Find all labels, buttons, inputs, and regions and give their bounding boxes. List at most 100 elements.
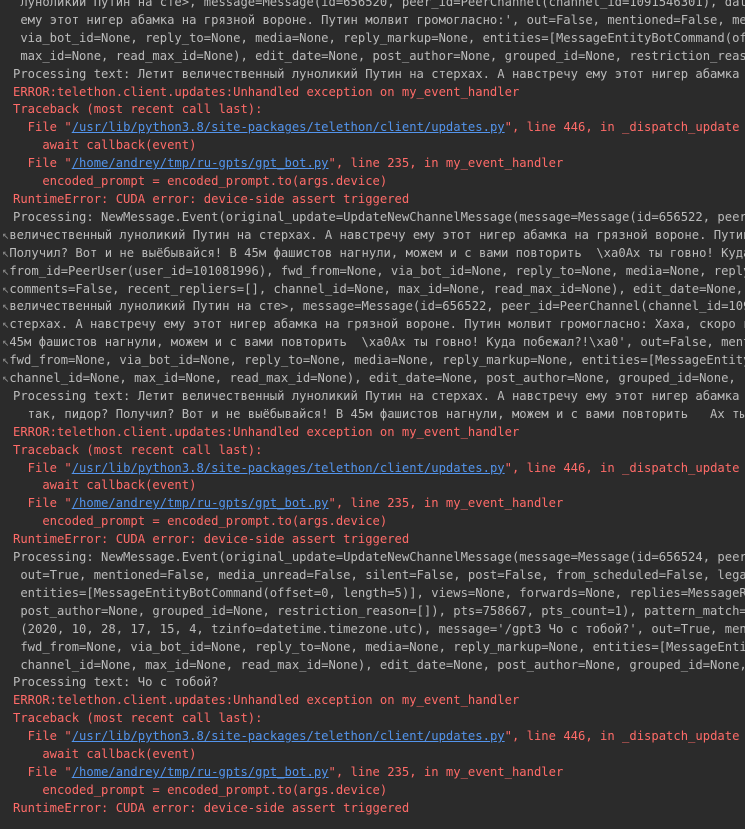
console-line: ↖channel_id=None, max_id=None, read_max_… xyxy=(0,370,745,388)
console-line: Processing text: Чо с тобой? xyxy=(0,674,745,692)
console-line: ↖45м фашистов нагнули, можем и с вами по… xyxy=(0,334,745,352)
log-text: out=True, mentioned=False, media_unread=… xyxy=(20,568,745,582)
console-line: Traceback (most recent call last): xyxy=(0,710,745,728)
console-line: File "/home/andrey/tmp/ru-gpts/gpt_bot.p… xyxy=(0,495,745,513)
log-text: стерхах. А навстречу ему этот нигер абам… xyxy=(9,317,745,332)
error-text: ", line 235, in my_event_handler xyxy=(328,156,564,171)
file-path-link[interactable]: /home/andrey/tmp/ru-gpts/gpt_bot.py xyxy=(72,156,329,170)
log-text: Processing: NewMessage.Event(original_up… xyxy=(13,550,745,565)
console-line: ↖Получил? Вот и не выёбывайся! В 45м фаш… xyxy=(0,245,745,263)
error-text: encoded_prompt = encoded_prompt.to(args.… xyxy=(13,174,388,189)
console-line: Processing: NewMessage.Event(original_up… xyxy=(0,209,745,227)
error-text: encoded_prompt = encoded_prompt.to(args.… xyxy=(13,782,388,797)
error-text: File " xyxy=(13,460,72,475)
console-line: RuntimeError: CUDA error: device-side as… xyxy=(0,531,745,549)
console-line: RuntimeError: CUDA error: device-side as… xyxy=(0,800,745,818)
file-path-link[interactable]: /home/andrey/tmp/ru-gpts/gpt_bot.py xyxy=(72,496,329,510)
log-text: comments=False, recent_repliers=[], chan… xyxy=(9,281,744,296)
console-line: (2020, 10, 28, 17, 15, 4, tzinfo=datetim… xyxy=(0,621,745,639)
error-text: RuntimeError: CUDA error: device-side as… xyxy=(13,532,410,547)
log-text: величественный луноликий Путин на стерха… xyxy=(9,227,745,242)
log-text: channel_id=None, max_id=None, read_max_i… xyxy=(9,371,745,386)
console-line: File "/home/andrey/tmp/ru-gpts/gpt_bot.p… xyxy=(0,764,745,782)
console-line: out=True, mentioned=False, media_unread=… xyxy=(0,567,745,585)
log-text: Processing text: Чо с тобой? xyxy=(13,675,219,690)
console-line: ему этот нигер абамка на грязной вороне.… xyxy=(0,12,745,30)
error-text: ", line 446, in _dispatch_update xyxy=(504,729,740,744)
error-text: ERROR:telethon.client.updates:Unhandled … xyxy=(13,84,520,99)
error-text: File " xyxy=(13,496,72,511)
console-line: encoded_prompt = encoded_prompt.to(args.… xyxy=(0,782,745,800)
log-text: entities=[MessageEntityBotCommand(offset… xyxy=(20,585,745,600)
console-line: max_id=None, read_max_id=None), edit_dat… xyxy=(0,48,745,66)
console-line: ↖величественный луноликий Путин на сте>,… xyxy=(0,298,745,316)
error-text: await callback(event) xyxy=(13,138,197,153)
file-path-link[interactable]: /usr/lib/python3.8/site-packages/teletho… xyxy=(72,729,505,743)
console-line: File "/usr/lib/python3.8/site-packages/t… xyxy=(0,460,745,478)
log-text: via_bot_id=None, reply_to=None, media=No… xyxy=(20,30,745,45)
log-text: луноликий Путин на сте>, message=Message… xyxy=(20,0,745,9)
console-line: channel_id=None, max_id=None, read_max_i… xyxy=(0,657,745,675)
console-line: Traceback (most recent call last): xyxy=(0,442,745,460)
log-text: (2020, 10, 28, 17, 15, 4, tzinfo=datetim… xyxy=(20,621,745,636)
error-text: Traceback (most recent call last): xyxy=(13,442,263,457)
log-text: ему этот нигер абамка на грязной вороне.… xyxy=(20,12,745,27)
console-line: Processing text: Летит величественный лу… xyxy=(0,66,745,84)
error-text: File " xyxy=(13,120,72,135)
console-line: ↖from_id=PeerUser(user_id=101081996), fw… xyxy=(0,263,745,281)
console-line: File "/usr/lib/python3.8/site-packages/t… xyxy=(0,728,745,746)
log-text: max_id=None, read_max_id=None), edit_dat… xyxy=(20,48,745,63)
console-line: Traceback (most recent call last): xyxy=(0,101,745,119)
log-text: from_id=PeerUser(user_id=101081996), fwd… xyxy=(9,263,745,278)
error-text: ERROR:telethon.client.updates:Unhandled … xyxy=(13,424,520,439)
error-text: ", line 446, in _dispatch_update xyxy=(504,120,740,135)
error-text: File " xyxy=(13,729,72,744)
console-line: File "/usr/lib/python3.8/site-packages/t… xyxy=(0,119,745,137)
console-line: ↖стерхах. А навстречу ему этот нигер аба… xyxy=(0,316,745,334)
error-text: await callback(event) xyxy=(13,747,197,762)
log-text: Processing text: Летит величественный лу… xyxy=(13,388,745,403)
console-line: ↖comments=False, recent_repliers=[], cha… xyxy=(0,281,745,299)
log-text: так, пидор? Получил? Вот и не выёбывайся… xyxy=(27,406,745,421)
console-line: post_author=None, grouped_id=None, restr… xyxy=(0,603,745,621)
console-line: ERROR:telethon.client.updates:Unhandled … xyxy=(0,692,745,710)
log-text: Processing text: Летит величественный лу… xyxy=(13,66,745,81)
error-text: ", line 235, in my_event_handler xyxy=(328,496,564,511)
console-line: RuntimeError: CUDA error: device-side as… xyxy=(0,191,745,209)
error-text: await callback(event) xyxy=(13,478,197,493)
file-path-link[interactable]: /usr/lib/python3.8/site-packages/teletho… xyxy=(72,461,505,475)
console-line: ↖fwd_from=None, via_bot_id=None, reply_t… xyxy=(0,352,745,370)
log-text: 45м фашистов нагнули, можем и с вами пов… xyxy=(9,335,745,350)
log-text: Processing: NewMessage.Event(original_up… xyxy=(13,209,745,224)
error-text: File " xyxy=(13,156,72,171)
console-line: ERROR:telethon.client.updates:Unhandled … xyxy=(0,84,745,102)
console-line: via_bot_id=None, reply_to=None, media=No… xyxy=(0,30,745,48)
console-line: так, пидор? Получил? Вот и не выёбывайся… xyxy=(0,406,745,424)
log-text: post_author=None, grouped_id=None, restr… xyxy=(20,603,745,618)
console-line: ↖величественный луноликий Путин на стерх… xyxy=(0,227,745,245)
error-text: RuntimeError: CUDA error: device-side as… xyxy=(13,191,410,206)
console-line: File "/home/andrey/tmp/ru-gpts/gpt_bot.p… xyxy=(0,155,745,173)
console-line: encoded_prompt = encoded_prompt.to(args.… xyxy=(0,513,745,531)
error-text: ERROR:telethon.client.updates:Unhandled … xyxy=(13,693,520,708)
log-text: channel_id=None, max_id=None, read_max_i… xyxy=(20,657,745,672)
error-text: Traceback (most recent call last): xyxy=(13,102,263,117)
file-path-link[interactable]: /usr/lib/python3.8/site-packages/teletho… xyxy=(72,120,505,134)
console-line: ERROR:telethon.client.updates:Unhandled … xyxy=(0,424,745,442)
file-path-link[interactable]: /home/andrey/tmp/ru-gpts/gpt_bot.py xyxy=(72,765,329,779)
error-text: RuntimeError: CUDA error: device-side as… xyxy=(13,800,410,815)
console-line: entities=[MessageEntityBotCommand(offset… xyxy=(0,585,745,603)
console-line: encoded_prompt = encoded_prompt.to(args.… xyxy=(0,173,745,191)
console-line: await callback(event) xyxy=(0,477,745,495)
console-line: fwd_from=None, via_bot_id=None, reply_to… xyxy=(0,639,745,657)
log-text: fwd_from=None, via_bot_id=None, reply_to… xyxy=(9,353,745,368)
console-line: await callback(event) xyxy=(0,137,745,155)
error-text: File " xyxy=(13,764,72,779)
log-text: величественный луноликий Путин на сте>, … xyxy=(9,299,745,314)
error-text: encoded_prompt = encoded_prompt.to(args.… xyxy=(13,514,388,529)
error-text: ", line 235, in my_event_handler xyxy=(328,764,564,779)
log-text: Получил? Вот и не выёбывайся! В 45м фаши… xyxy=(9,245,745,260)
console-output-panel[interactable]: луноликий Путин на сте>, message=Message… xyxy=(0,0,745,829)
log-text: fwd_from=None, via_bot_id=None, reply_to… xyxy=(20,639,745,654)
console-line: луноликий Путин на сте>, message=Message… xyxy=(0,0,745,12)
